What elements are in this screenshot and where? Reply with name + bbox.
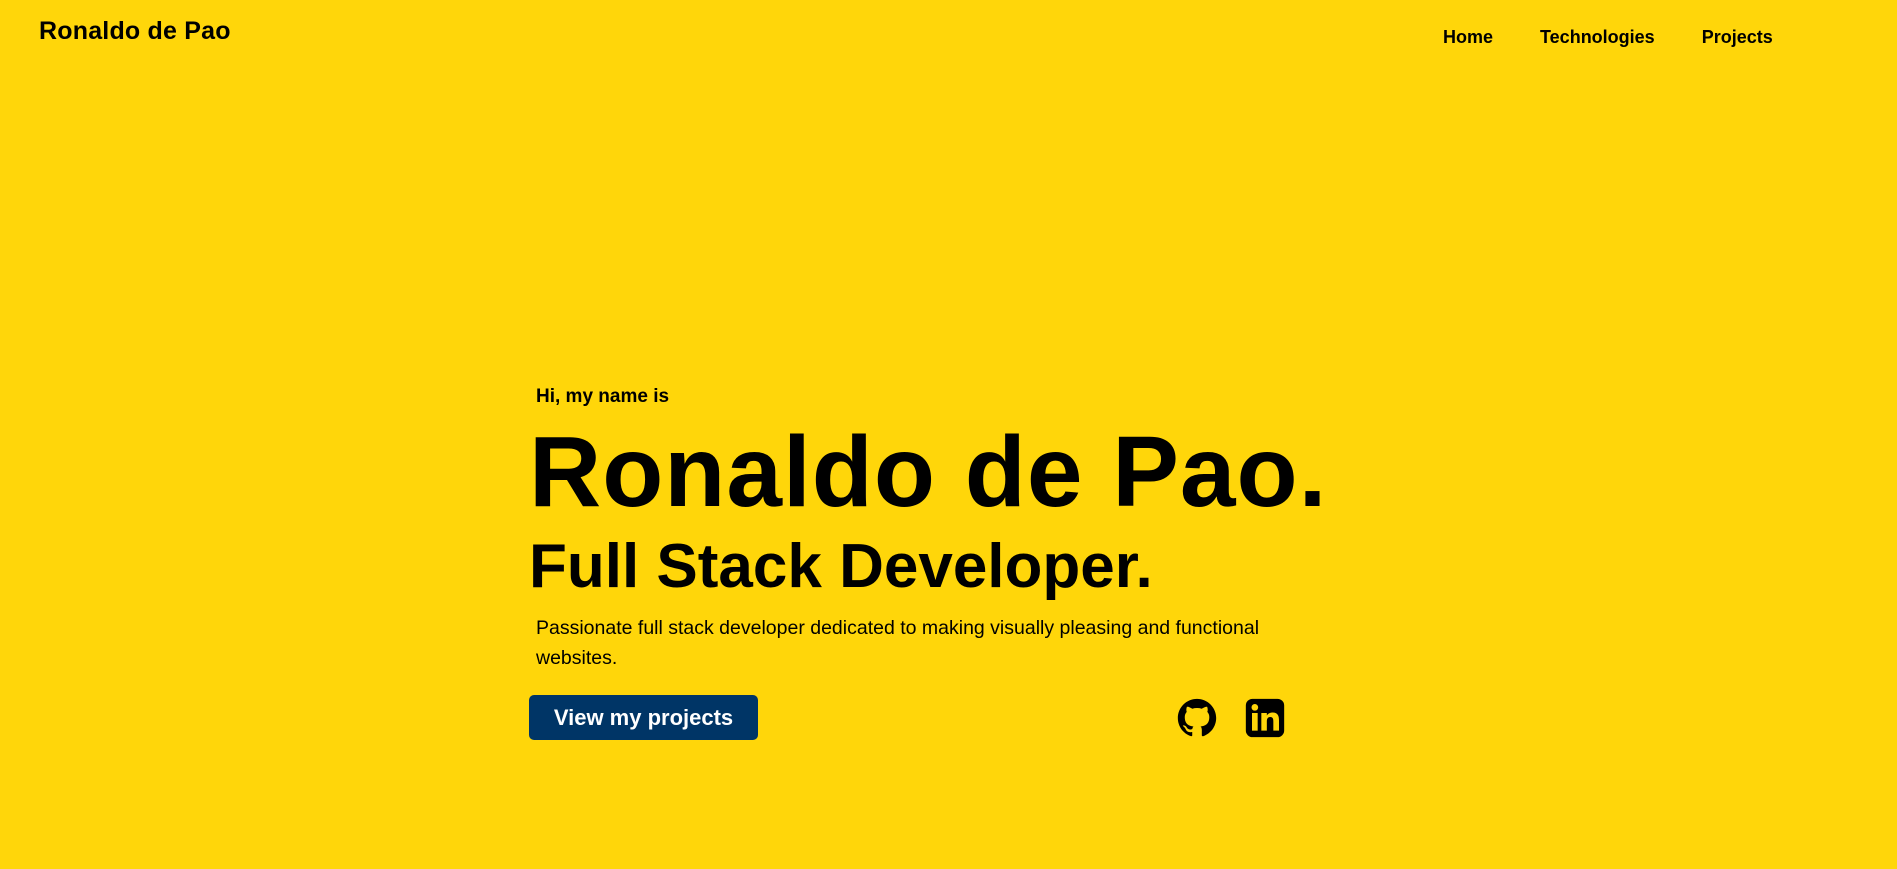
linkedin-icon[interactable] <box>1245 698 1285 738</box>
page: Ronaldo de Pao Home Technologies Project… <box>0 0 1897 869</box>
brand-logo[interactable]: Ronaldo de Pao <box>39 16 231 46</box>
view-projects-button[interactable]: View my projects <box>529 695 758 740</box>
social-links <box>1177 698 1285 738</box>
hero-role: Full Stack Developer. <box>529 532 1153 601</box>
nav-home-link[interactable]: Home <box>1443 26 1493 48</box>
github-icon[interactable] <box>1177 698 1217 738</box>
nav-projects-link[interactable]: Projects <box>1702 26 1773 48</box>
hero-greeting: Hi, my name is <box>536 386 670 407</box>
hero-description: Passionate full stack developer dedicate… <box>536 617 1260 669</box>
hero-name: Ronaldo de Pao. <box>529 416 1328 528</box>
nav-technologies-link[interactable]: Technologies <box>1540 26 1655 48</box>
main-nav: Home Technologies Projects <box>1443 26 1773 48</box>
